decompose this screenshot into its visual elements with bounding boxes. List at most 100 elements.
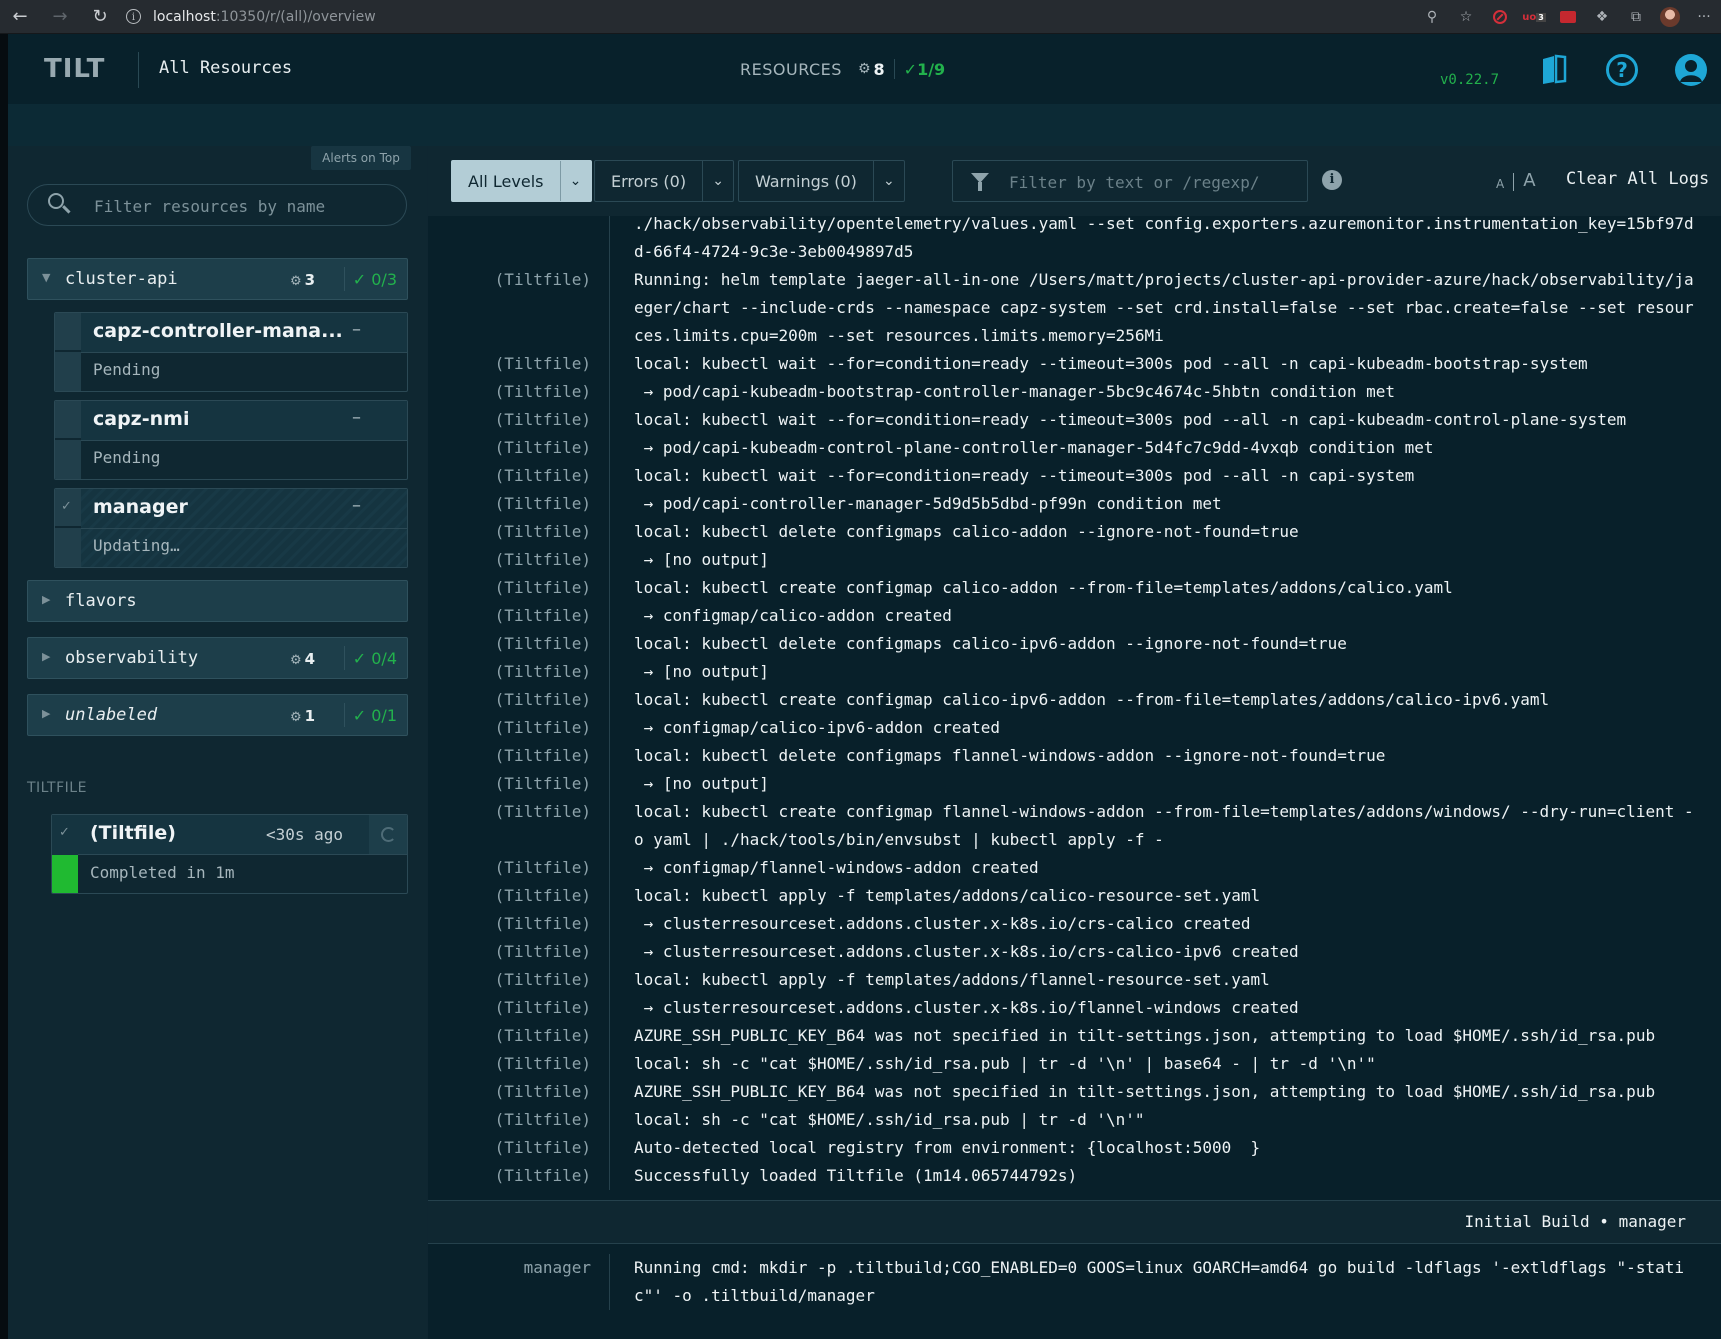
group-flavors[interactable]: ▶ flavors xyxy=(27,580,408,622)
chevron-down-icon[interactable]: ⌄ xyxy=(872,161,904,201)
resource-status: Pending xyxy=(93,360,161,379)
log-message: → configmap/calico-ipv6-addon created xyxy=(609,714,1721,742)
gear-icon: ⚙ xyxy=(290,710,302,725)
decrease-font-button[interactable]: A xyxy=(1496,177,1504,191)
log-source: (Tiltfile) xyxy=(494,858,591,877)
log-source: (Tiltfile) xyxy=(494,746,591,765)
log-source: (Tiltfile) xyxy=(494,466,591,485)
expand-triangle-icon[interactable]: ▶ xyxy=(42,593,50,606)
log-line: (Tiltfile) local: sh -c "cat $HOME/.ssh/i… xyxy=(428,1050,1721,1078)
trigger-update-button[interactable] xyxy=(369,815,407,854)
log-source: (Tiltfile) xyxy=(494,522,591,541)
favorite-star-icon[interactable]: ☆ xyxy=(1449,0,1483,34)
forward-arrow-icon[interactable]: → xyxy=(40,0,80,34)
resource-summary[interactable]: RESOURCES ⚙ 8 ✓ 1/9 xyxy=(740,59,945,79)
group-divider xyxy=(344,703,345,727)
group-unlabeled[interactable]: ▶ unlabeled ⚙ 1 ✓ 0/1 xyxy=(27,694,408,736)
window-edge xyxy=(0,34,8,1339)
log-filter-input[interactable] xyxy=(1007,161,1301,203)
resource-search[interactable] xyxy=(27,184,407,227)
resource-build-time: – xyxy=(352,407,361,428)
gear-icon: ⚙ xyxy=(290,274,302,289)
log-message: local: kubectl delete configmaps calico-… xyxy=(609,630,1721,658)
group-cluster-api[interactable]: ▼ cluster-api ⚙ 3 ✓ 0/3 xyxy=(27,258,408,300)
help-icon[interactable]: ? xyxy=(1606,54,1638,86)
errors-filter[interactable]: Errors (0) ⌄ xyxy=(594,160,735,202)
gear-icon: ⚙ xyxy=(290,653,302,668)
log-source: (Tiltfile) xyxy=(494,1026,591,1045)
url-path: :10350/r/(all)/overview xyxy=(215,8,376,25)
address-bar[interactable]: i localhost:10350/r/(all)/overview xyxy=(126,9,376,25)
log-message: AZURE_SSH_PUBLIC_KEY_B64 was not specifi… xyxy=(609,1078,1721,1106)
log-source: (Tiltfile) xyxy=(494,774,591,793)
warnings-filter[interactable]: Warnings (0) ⌄ xyxy=(738,160,905,202)
resource-search-input[interactable] xyxy=(92,185,396,227)
tiltfile-card[interactable]: ✓ (Tiltfile) <30s ago Completed in 1m xyxy=(51,814,408,894)
ublock-extension-icon[interactable]: uo 3 xyxy=(1517,0,1551,34)
log-source: (Tiltfile) xyxy=(494,1110,591,1129)
resource-card[interactable]: ✓ manager – Updating… xyxy=(54,488,408,568)
browser-menu-icon[interactable]: ··· xyxy=(1687,0,1721,34)
increase-font-button[interactable]: A xyxy=(1523,170,1535,191)
expand-triangle-icon[interactable]: ▶ xyxy=(42,650,50,663)
log-source: (Tiltfile) xyxy=(494,690,591,709)
info-icon[interactable]: i xyxy=(1322,170,1342,190)
group-observability[interactable]: ▶ observability ⚙ 4 ✓ 0/4 xyxy=(27,637,408,679)
blocker-extension-icon[interactable] xyxy=(1483,0,1517,34)
log-source: (Tiltfile) xyxy=(494,1138,591,1157)
account-icon[interactable] xyxy=(1675,54,1707,86)
resource-name: capz-nmi xyxy=(93,408,190,430)
reload-icon[interactable]: ↻ xyxy=(80,0,120,34)
zoom-icon[interactable]: ⚲ xyxy=(1415,0,1449,34)
site-info-icon[interactable]: i xyxy=(126,9,141,24)
log-source: (Tiltfile) xyxy=(494,606,591,625)
profile-avatar[interactable] xyxy=(1653,0,1687,34)
log-message: local: kubectl delete configmaps calico-… xyxy=(609,518,1721,546)
log-message: ./hack/observability/opentelemetry/value… xyxy=(609,216,1721,266)
log-line: (Tiltfile) local: kubectl apply -f templa… xyxy=(428,882,1721,910)
resource-card[interactable]: capz-nmi – Pending xyxy=(54,400,408,480)
log-output[interactable]: ./hack/observability/opentelemetry/value… xyxy=(428,216,1721,1339)
log-source: (Tiltfile) xyxy=(494,578,591,597)
log-line: (Tiltfile) Successfully loaded Tiltfile (… xyxy=(428,1162,1721,1190)
collections-icon[interactable]: ⧉ xyxy=(1619,0,1653,34)
extensions-row: ⚲ ☆ uo 3 ❖ ⧉ ··· xyxy=(1415,0,1721,34)
puzzle-extensions-icon[interactable]: ❖ xyxy=(1585,0,1619,34)
log-line: (Tiltfile) local: kubectl create configma… xyxy=(428,574,1721,602)
expand-triangle-icon[interactable]: ▶ xyxy=(42,707,50,720)
alerts-on-top-button[interactable]: Alerts on Top xyxy=(311,146,411,170)
success-indicator xyxy=(52,855,78,893)
log-source: (Tiltfile) xyxy=(494,802,591,821)
log-source: (Tiltfile) xyxy=(494,410,591,429)
password-extension-icon[interactable] xyxy=(1551,0,1585,34)
chevron-down-icon[interactable]: ⌄ xyxy=(702,161,733,201)
log-message: → [no output] xyxy=(609,546,1721,574)
log-toolbar: All Levels ⌄ Errors (0) ⌄ Warnings (0) ⌄… xyxy=(428,146,1721,216)
build-section-header: Initial Build • manager xyxy=(428,1200,1721,1244)
checkmark-icon: ✓ xyxy=(59,825,70,840)
log-line: (Tiltfile) local: kubectl wait --for=cond… xyxy=(428,462,1721,490)
log-source: (Tiltfile) xyxy=(494,438,591,457)
clear-all-logs-button[interactable]: Clear All Logs xyxy=(1566,169,1709,189)
tilt-logo[interactable]: TILT xyxy=(44,54,105,84)
log-message: local: sh -c "cat $HOME/.ssh/id_rsa.pub … xyxy=(609,1050,1721,1078)
log-source: (Tiltfile) xyxy=(494,270,591,289)
collapse-triangle-icon[interactable]: ▼ xyxy=(42,271,50,284)
log-message: → configmap/calico-addon created xyxy=(609,602,1721,630)
resource-card[interactable]: capz-controller-mana... – Pending xyxy=(54,312,408,392)
app-header: TILT All Resources RESOURCES ⚙ 8 ✓ 1/9 v… xyxy=(8,34,1721,104)
chevron-down-icon[interactable]: ⌄ xyxy=(559,161,591,201)
browser-toolbar: ← → ↻ i localhost:10350/r/(all)/overview… xyxy=(0,0,1721,34)
log-text-filter[interactable] xyxy=(952,160,1308,203)
log-message: local: kubectl wait --for=condition=read… xyxy=(609,406,1721,434)
log-message: → pod/capi-kubeadm-control-plane-control… xyxy=(609,434,1721,462)
sidebar: Alerts on Top ▼ cluster-api ⚙3 ✓ 0/3 cap… xyxy=(8,146,427,1339)
back-arrow-icon[interactable]: ← xyxy=(0,0,40,34)
log-line: (Tiltfile) → pod/capi-kubeadm-control-pl… xyxy=(428,434,1721,462)
log-source xyxy=(428,216,609,266)
book-icon[interactable] xyxy=(1539,54,1571,86)
all-levels-filter[interactable]: All Levels ⌄ xyxy=(451,160,592,202)
log-source: (Tiltfile) xyxy=(494,718,591,737)
group-name: unlabeled xyxy=(65,705,158,725)
log-message: local: kubectl create configmap calico-i… xyxy=(609,686,1721,714)
